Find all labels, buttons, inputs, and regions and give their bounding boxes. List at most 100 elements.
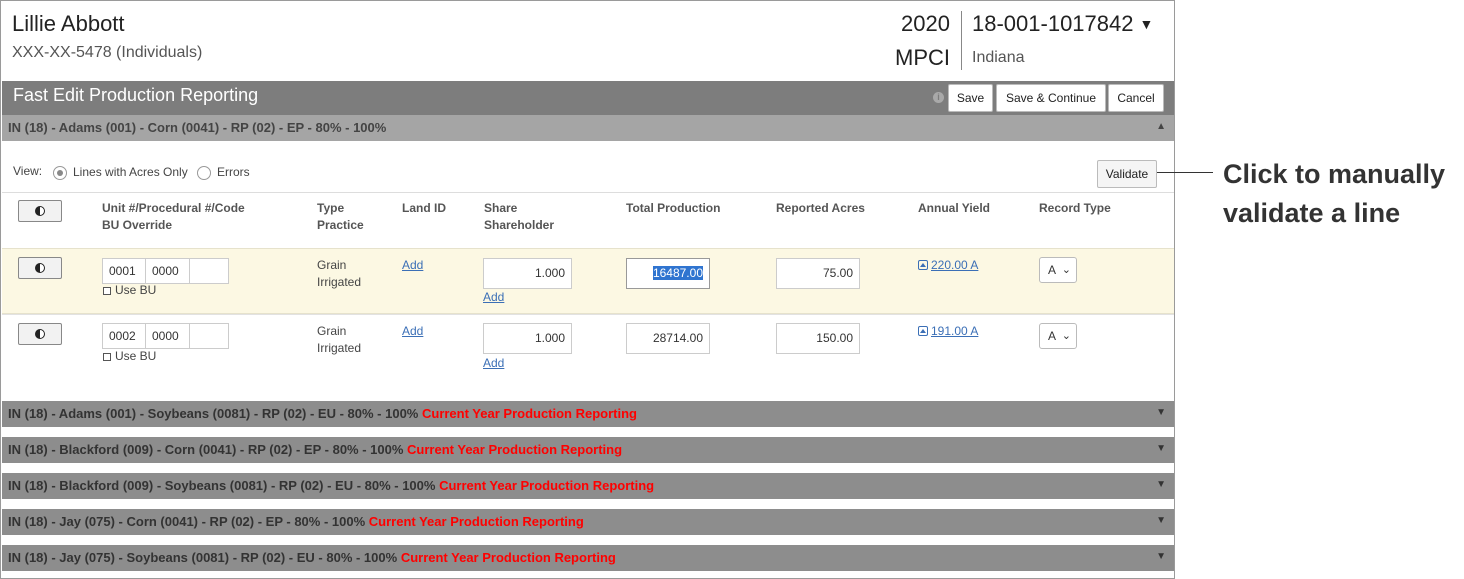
section-header-collapsed[interactable]: IN (18) - Adams (001) - Soybeans (0081) … — [2, 401, 1174, 427]
callout-text: Click to manually validate a line — [1223, 155, 1445, 233]
section-title-text: IN (18) - Blackford (009) - Soybeans (00… — [8, 478, 436, 493]
section-title: IN (18) - Adams (001) - Soybeans (0081) … — [8, 406, 637, 421]
row-divider — [2, 314, 1174, 315]
procedural-number-input[interactable]: 0000 — [145, 258, 190, 284]
record-type-value: A — [1048, 329, 1057, 343]
total-production-input[interactable]: 16487.00 — [626, 258, 710, 289]
callout-line2: validate a line — [1223, 198, 1401, 228]
crop-year: 2020 — [901, 11, 950, 36]
add-shareholder-link[interactable]: Add — [483, 356, 504, 370]
cancel-button[interactable]: Cancel — [1108, 84, 1164, 112]
expand-caret-icon[interactable]: ▼ — [1156, 479, 1166, 490]
section-title: IN (18) - Blackford (009) - Soybeans (00… — [8, 478, 654, 493]
add-land-id-link[interactable]: Add — [402, 324, 423, 338]
annual-yield-link[interactable]: 191.00 A — [918, 324, 978, 338]
section-title-text: IN (18) - Adams (001) - Soybeans (0081) … — [8, 406, 419, 421]
total-production-input[interactable]: 28714.00 — [626, 323, 710, 354]
section-status: Current Year Production Reporting — [407, 442, 623, 457]
caret-down-icon: ▼ — [1139, 16, 1154, 32]
page-titlebar: Fast Edit Production Reporting i Save Sa… — [2, 81, 1174, 115]
section-header-collapsed[interactable]: IN (18) - Blackford (009) - Soybeans (00… — [2, 473, 1174, 499]
reported-acres-input[interactable]: 150.00 — [776, 323, 860, 354]
col-unit: Unit #/Procedural #/Code BU Override — [102, 200, 245, 234]
policy-selector[interactable]: 18-001-1017842 ▼ — [972, 11, 1153, 37]
policy-number: 18-001-1017842 — [972, 11, 1134, 36]
record-type-value: A — [1048, 263, 1057, 277]
col-share-line1: Share — [484, 201, 518, 215]
grid-divider — [2, 192, 1174, 193]
save-button[interactable]: Save — [948, 84, 993, 112]
annual-yield-value: 191.00 A — [931, 324, 979, 338]
section-title: IN (18) - Blackford (009) - Corn (0041) … — [8, 442, 622, 457]
section-title: IN (18) - Adams (001) - Corn (0041) - RP… — [8, 120, 387, 135]
col-reported-acres: Reported Acres — [776, 201, 865, 215]
add-shareholder-link[interactable]: Add — [483, 290, 504, 304]
col-type: Type Practice — [317, 200, 364, 234]
col-type-line1: Type — [317, 201, 345, 215]
use-bu-checkbox[interactable] — [103, 287, 111, 295]
radio-lines-with-acres[interactable] — [53, 166, 67, 180]
section-status: Current Year Production Reporting — [400, 550, 616, 565]
procedural-number-input[interactable]: 0000 — [145, 323, 190, 349]
share-input[interactable]: 1.000 — [483, 323, 572, 354]
unit-number-input[interactable]: 0001 — [102, 258, 146, 284]
col-share-line2: Shareholder — [484, 218, 555, 232]
add-land-id-link[interactable]: Add — [402, 258, 423, 272]
total-production-value: 16487.00 — [652, 266, 703, 280]
collapse-caret-icon[interactable]: ▲ — [1156, 121, 1166, 132]
chevron-down-icon: ⌄ — [1061, 330, 1071, 342]
section-header-collapsed[interactable]: IN (18) - Jay (075) - Soybeans (0081) - … — [2, 545, 1174, 571]
use-bu-label: Use BU — [115, 283, 157, 297]
section-title-text: IN (18) - Jay (075) - Soybeans (0081) - … — [8, 550, 398, 565]
col-share: Share Shareholder — [484, 200, 554, 234]
col-unit-line2: BU Override — [102, 218, 173, 232]
record-type-select[interactable]: A ⌄ — [1039, 323, 1077, 349]
col-record-type: Record Type — [1039, 201, 1111, 215]
section-status: Current Year Production Reporting — [368, 514, 584, 529]
col-type-line2: Practice — [317, 218, 364, 232]
use-bu-checkbox[interactable] — [103, 353, 111, 361]
save-continue-button[interactable]: Save & Continue — [996, 84, 1106, 112]
type-value: Grain — [317, 258, 347, 272]
insured-name: Lillie Abbott — [12, 11, 125, 36]
expand-caret-icon[interactable]: ▼ — [1156, 551, 1166, 562]
row-toggle-button[interactable] — [18, 323, 62, 345]
practice-value: Irrigated — [317, 341, 362, 355]
type-value: Grain — [317, 324, 347, 338]
view-label: View: — [13, 164, 43, 178]
info-icon[interactable]: i — [933, 92, 944, 103]
policy-state: Indiana — [972, 49, 1025, 66]
reported-acres-input[interactable]: 75.00 — [776, 258, 860, 289]
record-type-select[interactable]: A ⌄ — [1039, 257, 1077, 283]
use-bu-label: Use BU — [115, 349, 157, 363]
code-input[interactable] — [189, 258, 229, 284]
radio-label-errors: Errors — [217, 165, 250, 179]
section-title-text: IN (18) - Blackford (009) - Corn (0041) … — [8, 442, 404, 457]
code-input[interactable] — [189, 323, 229, 349]
annual-yield-link[interactable]: 220.00 A — [918, 258, 978, 272]
expand-caret-icon[interactable]: ▼ — [1156, 407, 1166, 418]
validate-button[interactable]: Validate — [1097, 160, 1157, 188]
share-input[interactable]: 1.000 — [483, 258, 572, 289]
col-unit-line1: Unit #/Procedural #/Code — [102, 201, 245, 215]
annual-yield-value: 220.00 A — [931, 258, 979, 272]
section-title: IN (18) - Jay (075) - Soybeans (0081) - … — [8, 550, 616, 565]
unit-number-input[interactable]: 0002 — [102, 323, 146, 349]
radio-errors[interactable] — [197, 166, 211, 180]
toggle-all-button[interactable] — [18, 200, 62, 222]
expand-caret-icon[interactable]: ▼ — [1156, 443, 1166, 454]
col-land-id: Land ID — [402, 201, 446, 215]
page-title: Fast Edit Production Reporting — [13, 85, 259, 105]
section-header-collapsed[interactable]: IN (18) - Blackford (009) - Corn (0041) … — [2, 437, 1174, 463]
header-divider — [961, 11, 962, 70]
section-header-collapsed[interactable]: IN (18) - Jay (075) - Corn (0041) - RP (… — [2, 509, 1174, 535]
col-annual-yield: Annual Yield — [918, 201, 991, 215]
chevron-down-icon: ⌄ — [1061, 264, 1071, 276]
section-header-expanded[interactable]: IN (18) - Adams (001) - Corn (0041) - RP… — [2, 115, 1174, 141]
insured-ssn: XXX-XX-5478 (Individuals) — [12, 44, 203, 61]
expand-caret-icon[interactable]: ▼ — [1156, 515, 1166, 526]
callout-line1: Click to manually — [1223, 159, 1446, 189]
callout-line — [1157, 172, 1213, 173]
row-toggle-button[interactable] — [18, 257, 62, 279]
section-status: Current Year Production Reporting — [439, 478, 655, 493]
